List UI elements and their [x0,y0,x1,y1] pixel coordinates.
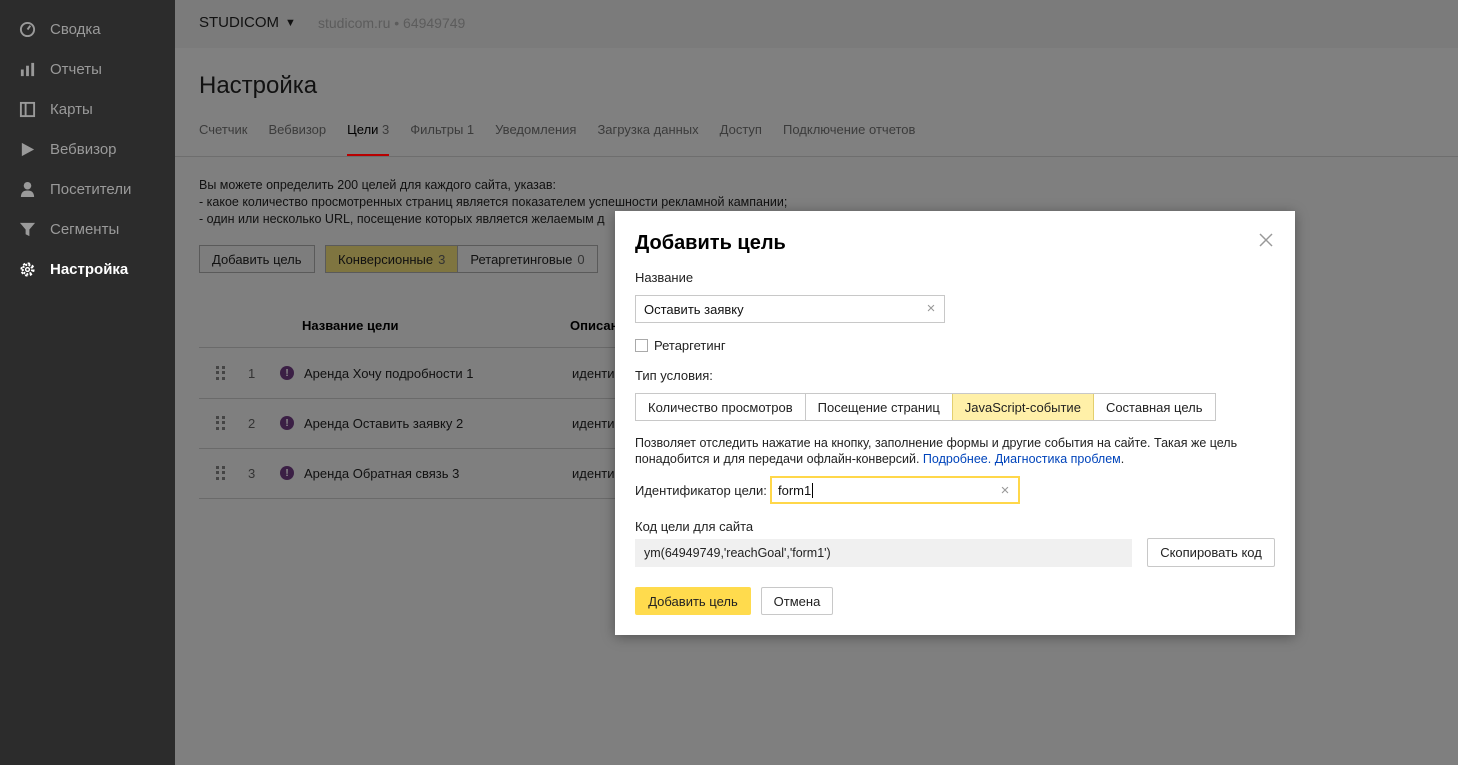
page-header: Настройка Счетчик Вебвизор Цели 3 Фильтр… [175,48,1458,156]
sidebar-item-label: Карты [50,100,93,118]
sidebar-item-maps[interactable]: Карты [18,98,93,120]
goal-id-label: Идентификатор цели: [635,483,767,498]
sidebar-item-webvisor[interactable]: Вебвизор [18,138,117,160]
text-cursor [812,482,814,498]
account-switcher[interactable]: STUDICOM ▼ [199,14,296,31]
dashboard-icon [18,20,36,38]
row-number: 2 [248,416,256,431]
sidebar-item-reports[interactable]: Отчеты [18,58,102,80]
cancel-button[interactable]: Отмена [761,587,833,615]
sidebar-item-label: Вебвизор [50,140,117,158]
clear-icon[interactable]: × [924,301,938,316]
sidebar-item-label: Посетители [50,180,132,198]
goals-description: Вы можете определить 200 целей для каждо… [199,178,788,226]
copy-code-button[interactable]: Скопировать код [1147,538,1275,567]
retargeting-checkbox[interactable] [635,339,648,352]
warning-icon: ! [280,366,294,380]
goal-id-value: form1 [778,482,812,498]
retargeting-label: Ретаргетинг [654,338,726,353]
filter-icon [18,220,36,238]
goal-id-input[interactable]: form1 × [770,476,1020,504]
tab-data-upload[interactable]: Загрузка данных [597,122,698,156]
drag-handle-icon[interactable] [216,366,226,380]
condition-pageviews[interactable]: Количество просмотров [636,394,805,420]
gear-icon [18,260,36,278]
filter-retargeting[interactable]: Ретаргетинговые 0 [457,246,596,272]
goal-name-value: Оставить заявку [644,301,744,317]
submit-add-goal-button[interactable]: Добавить цель [635,587,751,615]
goals-table-header: Название цели Описан [199,302,639,348]
clear-icon[interactable]: × [998,483,1012,498]
user-icon [18,180,36,198]
filter-conversion[interactable]: Конверсионные 3 [326,246,458,272]
column-goal-name: Название цели [302,318,399,333]
column-description: Описан [570,318,619,333]
code-label: Код цели для сайта [635,519,754,534]
drag-handle-icon[interactable] [216,466,226,480]
play-icon [18,140,36,158]
table-row[interactable]: 3 ! Аренда Обратная связь 3 иденти [199,449,639,499]
name-label: Название [635,270,694,285]
page-title: Настройка [199,72,318,99]
sidebar-item-segments[interactable]: Сегменты [18,218,119,240]
map-icon [18,100,36,118]
goal-code: ym(64949749,'reachGoal','form1') [635,539,1132,567]
sidebar-item-label: Сводка [50,20,101,38]
settings-tabs: Счетчик Вебвизор Цели 3 Фильтры 1 Уведом… [199,122,936,156]
goal-name[interactable]: Аренда Обратная связь 3 [304,466,459,481]
sidebar-item-visitors[interactable]: Посетители [18,178,131,200]
close-icon[interactable] [1257,231,1275,249]
warning-icon: ! [280,466,294,480]
sidebar: Сводка Отчеты Карты Вебвизор Посетители … [0,0,175,765]
goal-description: иденти [572,466,615,481]
goal-name[interactable]: Аренда Хочу подробности 1 [304,366,474,381]
sidebar-item-summary[interactable]: Сводка [18,18,101,40]
tab-report-connections[interactable]: Подключение отчетов [783,122,915,156]
chevron-down-icon: ▼ [285,16,296,29]
add-goal-dialog: Добавить цель Название Оставить заявку ×… [615,211,1295,635]
table-row[interactable]: 2 ! Аренда Оставить заявку 2 иденти [199,399,639,449]
retargeting-checkbox-row[interactable]: Ретаргетинг [635,338,726,353]
condition-js-event[interactable]: JavaScript-событие [951,394,1094,420]
condition-page-visit[interactable]: Посещение страниц [804,394,952,420]
table-row[interactable]: 1 ! Аренда Хочу подробности 1 иденти [199,349,639,399]
account-name: STUDICOM [199,14,279,31]
row-number: 1 [248,366,256,381]
diagnostics-link[interactable]: Диагностика проблем [995,452,1121,466]
top-bar: STUDICOM ▼ studicom.ru • 64949749 [175,0,1458,48]
add-goal-button[interactable]: Добавить цель [199,245,315,273]
condition-hint: Позволяет отследить нажатие на кнопку, з… [635,436,1238,466]
sidebar-item-settings[interactable]: Настройка [18,258,128,280]
warning-icon: ! [280,416,294,430]
goal-description: иденти [572,366,615,381]
row-number: 3 [248,466,256,481]
sidebar-item-label: Отчеты [50,60,102,78]
tab-notifications[interactable]: Уведомления [495,122,576,156]
goal-description: иденти [572,416,615,431]
tab-webvisor[interactable]: Вебвизор [269,122,327,156]
site-info: studicom.ru • 64949749 [318,15,466,31]
tab-goals[interactable]: Цели 3 [347,122,390,156]
condition-type-selector: Количество просмотров Посещение страниц … [635,393,1216,421]
sidebar-item-label: Настройка [50,260,129,278]
more-info-link[interactable]: Подробнее. [923,452,991,466]
condition-composite[interactable]: Составная цель [1094,394,1215,420]
tab-filters[interactable]: Фильтры 1 [410,122,474,156]
tab-counter[interactable]: Счетчик [199,122,248,156]
goal-name[interactable]: Аренда Оставить заявку 2 [304,416,463,431]
goal-name-input[interactable]: Оставить заявку × [635,295,945,323]
drag-handle-icon[interactable] [216,416,226,430]
tab-access[interactable]: Доступ [720,122,762,156]
bar-chart-icon [18,60,36,78]
goal-type-filter: Конверсионные 3 Ретаргетинговые 0 [325,245,598,273]
sidebar-item-label: Сегменты [50,220,120,238]
dialog-title: Добавить цель [635,232,786,254]
condition-type-label: Тип условия: [635,368,713,383]
